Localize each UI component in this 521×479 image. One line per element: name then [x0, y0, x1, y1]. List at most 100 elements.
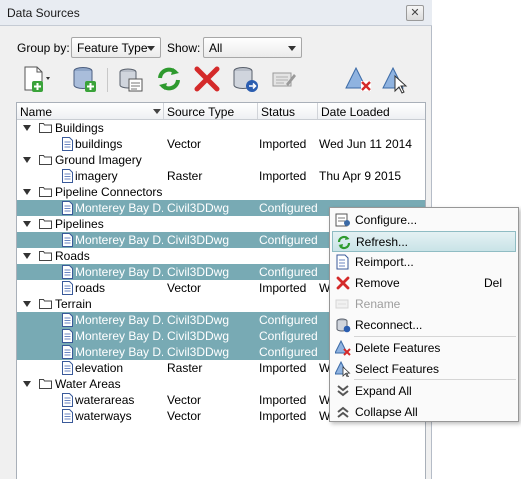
- select-features-button[interactable]: [380, 64, 410, 94]
- column-header-date-loaded[interactable]: Date Loaded: [321, 105, 390, 119]
- source-type: Vector: [167, 409, 202, 423]
- delete-features-button[interactable]: [344, 64, 374, 94]
- menu-item-shortcut: Del: [483, 276, 502, 290]
- menu-item-select-features[interactable]: Select Features: [332, 359, 516, 380]
- source-name: waterareas: [75, 393, 135, 407]
- expand-toggle-icon[interactable]: [23, 381, 31, 387]
- source-name: imagery: [75, 169, 118, 183]
- tree-group-row[interactable]: Ground Imagery: [17, 152, 425, 168]
- menu-item-refresh[interactable]: Refresh...: [332, 231, 516, 252]
- group-by-dropdown[interactable]: Feature Type: [71, 37, 161, 58]
- menu-item-label: Expand All: [355, 384, 412, 398]
- add-database-button[interactable]: [70, 64, 100, 94]
- expand-toggle-icon[interactable]: [23, 301, 31, 307]
- folder-icon: [39, 298, 52, 309]
- group-name: Roads: [55, 249, 90, 263]
- menu-item-label: Delete Features: [355, 341, 441, 355]
- show-dropdown[interactable]: All: [203, 37, 302, 58]
- new-data-source-button[interactable]: [20, 64, 50, 94]
- refresh-icon: [158, 67, 180, 91]
- close-icon: ✕: [410, 7, 420, 19]
- source-name: buildings: [75, 137, 123, 151]
- rename-button[interactable]: [268, 64, 298, 94]
- source-type: Civil3DDwg: [167, 313, 230, 327]
- document-icon: [62, 393, 73, 407]
- column-header-source-type[interactable]: Source Type: [167, 105, 234, 119]
- menu-item-label: Refresh...: [356, 235, 409, 249]
- menu-item-collapse-all[interactable]: Collapse All: [332, 402, 516, 423]
- panel-title: Data Sources: [7, 6, 80, 20]
- rename-icon: [272, 72, 296, 87]
- menu-item-reconnect[interactable]: Reconnect...: [332, 315, 516, 336]
- source-status: Configured: [259, 345, 317, 359]
- expand-all-icon: [335, 383, 351, 399]
- tree-group-row[interactable]: Pipeline Connectors: [17, 184, 425, 200]
- reconnect-icon: [233, 67, 258, 92]
- column-header-status[interactable]: Status: [261, 105, 295, 119]
- expand-toggle-icon[interactable]: [23, 125, 31, 131]
- menu-item-label: Rename: [355, 297, 401, 311]
- show-label: Show:: [167, 41, 201, 55]
- expand-toggle-icon[interactable]: [23, 221, 31, 227]
- refresh-button[interactable]: [154, 64, 184, 94]
- column-header-row: Name Source Type Status Date Loaded: [17, 103, 425, 120]
- source-type: Vector: [167, 393, 202, 407]
- menu-item-label: Reconnect...: [355, 318, 423, 332]
- tree-group-row[interactable]: Buildings: [17, 120, 425, 136]
- source-status: Imported: [259, 361, 307, 375]
- expand-toggle-icon[interactable]: [23, 253, 31, 259]
- delete-features-icon: [334, 339, 351, 356]
- column-divider[interactable]: [163, 103, 164, 119]
- expand-toggle-icon[interactable]: [23, 189, 31, 195]
- menu-item-reimport[interactable]: Reimport...: [332, 252, 516, 273]
- source-name: roads: [75, 281, 106, 295]
- menu-item-label: Reimport...: [355, 255, 414, 269]
- source-name: Monterey Bay D...: [75, 329, 163, 343]
- sort-arrow-icon[interactable]: [153, 109, 161, 114]
- document-icon: [62, 409, 73, 423]
- source-type: Civil3DDwg: [167, 233, 230, 247]
- delete-features-icon: [345, 66, 371, 91]
- column-divider[interactable]: [257, 103, 258, 119]
- menu-item-delete-features[interactable]: Delete Features: [332, 338, 516, 359]
- remove-button[interactable]: [192, 64, 222, 94]
- folder-icon: [39, 378, 52, 389]
- source-type: Civil3DDwg: [167, 265, 230, 279]
- menu-item-label: Configure...: [355, 213, 418, 227]
- source-status: Imported: [259, 137, 307, 151]
- source-status: Configured: [259, 329, 317, 343]
- group-by-value: Feature Type: [77, 41, 148, 55]
- table-row[interactable]: buildings Vector Imported Wed Jun 11 2014: [17, 136, 425, 152]
- refresh-icon: [336, 234, 352, 250]
- source-name: Monterey Bay D...: [75, 265, 163, 279]
- remove-icon: [335, 275, 351, 291]
- document-icon: [62, 137, 73, 151]
- menu-item-remove[interactable]: Remove Del: [332, 273, 516, 294]
- group-name: Pipeline Connectors: [55, 185, 163, 199]
- group-name: Ground Imagery: [55, 153, 142, 167]
- document-icon: [62, 329, 73, 343]
- menu-item-expand-all[interactable]: Expand All: [332, 381, 516, 402]
- collapse-all-icon: [335, 404, 351, 420]
- folder-icon: [39, 154, 52, 165]
- table-row[interactable]: imagery Raster Imported Thu Apr 9 2015: [17, 168, 425, 184]
- menu-separator: [354, 336, 516, 337]
- chevron-down-icon: [147, 46, 155, 51]
- expand-toggle-icon[interactable]: [23, 157, 31, 163]
- remove-icon: [194, 66, 220, 92]
- column-divider[interactable]: [317, 103, 318, 119]
- source-name: waterways: [75, 409, 132, 423]
- source-status: Imported: [259, 169, 307, 183]
- configure-sources-button[interactable]: [116, 64, 146, 94]
- close-button[interactable]: ✕: [406, 5, 424, 21]
- source-status: Imported: [259, 409, 307, 423]
- date-loaded: Wed Jun 11 2014: [319, 137, 412, 151]
- reconnect-button[interactable]: [230, 64, 260, 94]
- menu-item-configure[interactable]: Configure...: [332, 210, 516, 231]
- column-header-name[interactable]: Name: [20, 105, 52, 119]
- reconnect-icon: [335, 317, 351, 333]
- source-name: Monterey Bay D...: [75, 233, 163, 247]
- folder-icon: [39, 186, 52, 197]
- configure-icon: [335, 212, 351, 228]
- source-status: Configured: [259, 201, 317, 215]
